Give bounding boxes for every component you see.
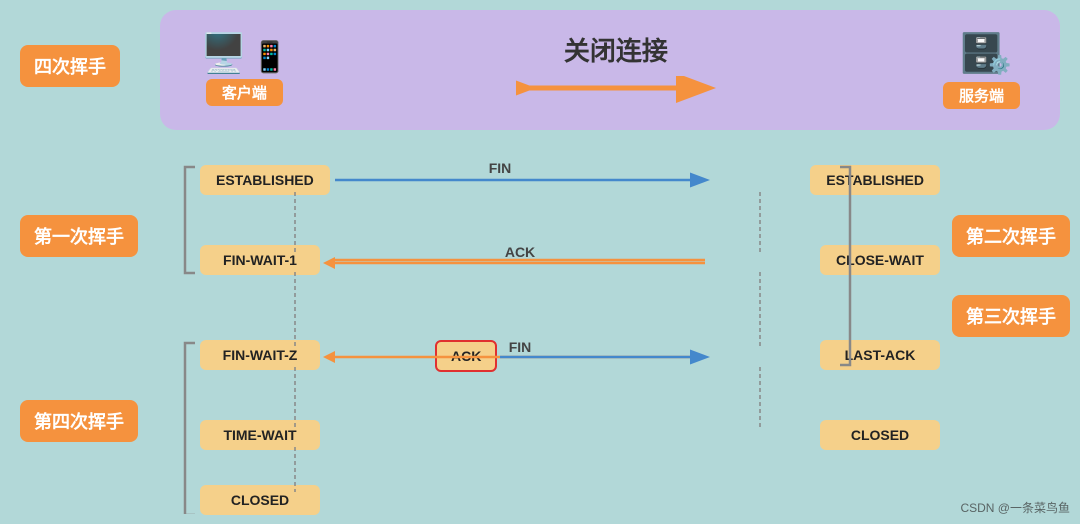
server-label: 服务端 (943, 82, 1020, 109)
client-box: 🖥️📱 客户端 (200, 35, 289, 106)
double-arrow-icon (516, 76, 716, 110)
top-section: 🖥️📱 客户端 关闭连接 🗄️⚙️ 服务端 (160, 10, 1060, 130)
svg-text:FIN: FIN (509, 339, 532, 355)
label-sijci-woshou: 四次挥手 (20, 45, 120, 87)
state-client-closed: CLOSED (200, 485, 320, 515)
state-server-last-ack: LAST-ACK (820, 340, 940, 370)
state-client-time-wait: TIME-WAIT (200, 420, 320, 450)
state-client-fin-wait1: FIN-WAIT-1 (200, 245, 320, 275)
server-box: 🗄️⚙️ 服务端 (943, 32, 1020, 109)
arrows-svg: FIN ACK FIN (140, 145, 1070, 514)
state-server-established: ESTABLISHED (810, 165, 940, 195)
state-client-fin-wait2: FIN-WAIT-Z (200, 340, 320, 370)
client-label: 客户端 (206, 79, 283, 106)
ack-highlighted-box: ACK (435, 340, 497, 372)
watermark: CSDN @一条菜鸟鱼 (960, 499, 1070, 516)
diagram-area: ESTABLISHED FIN-WAIT-1 FIN-WAIT-Z TIME-W… (140, 145, 1070, 514)
svg-text:ACK: ACK (505, 244, 535, 260)
server-icon: 🗄️⚙️ (958, 32, 1005, 76)
state-server-closed: CLOSED (820, 420, 940, 450)
label-diyici-woshou: 第一次挥手 (20, 215, 138, 257)
close-conn-area: 关闭连接 (516, 31, 716, 110)
close-conn-title: 关闭连接 (564, 31, 668, 68)
svg-text:FIN: FIN (489, 160, 512, 176)
state-server-close-wait: CLOSE-WAIT (820, 245, 940, 275)
label-disici-woshou: 第四次挥手 (20, 400, 138, 442)
client-icon: 🖥️📱 (200, 35, 289, 73)
state-client-established: ESTABLISHED (200, 165, 330, 195)
